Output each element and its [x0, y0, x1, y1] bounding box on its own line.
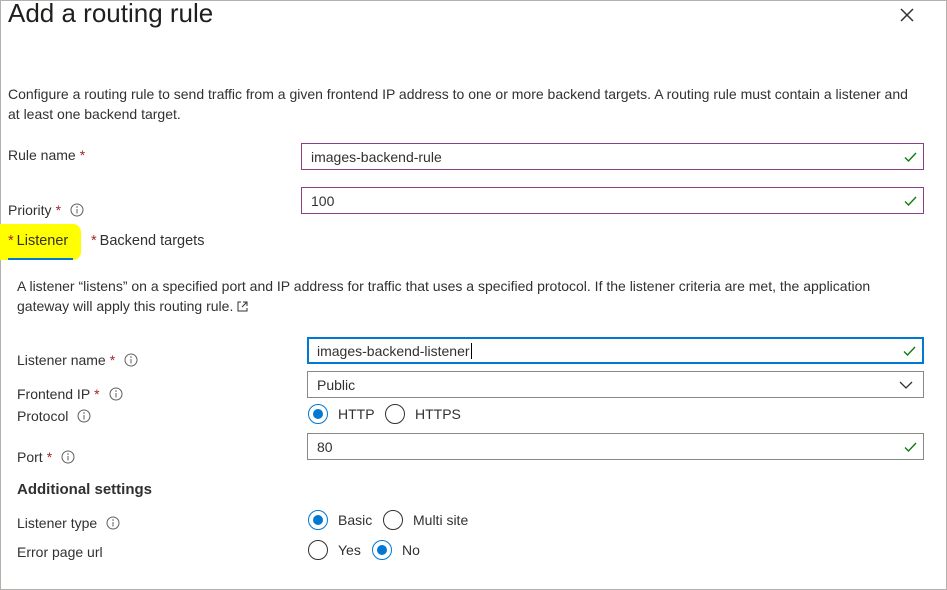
info-icon[interactable]: [61, 450, 75, 464]
radio-selected: [308, 404, 328, 424]
info-icon[interactable]: [106, 516, 120, 530]
rule-name-input[interactable]: images-backend-rule: [301, 143, 924, 170]
error-page-yes-radio[interactable]: Yes: [308, 540, 361, 560]
chevron-down-icon: [899, 381, 913, 389]
listener-type-multisite-radio[interactable]: Multi site: [383, 510, 468, 530]
checkmark-icon: [903, 346, 916, 356]
radio-selected: [372, 540, 392, 560]
info-icon[interactable]: [124, 353, 138, 367]
protocol-http-radio[interactable]: HTTP: [308, 404, 375, 424]
port-label: Port *: [17, 449, 75, 465]
radio-unselected: [308, 540, 328, 560]
checkmark-icon: [904, 152, 917, 162]
listener-type-label: Listener type: [17, 515, 120, 531]
listener-description: A listener “listens” on a specified port…: [17, 278, 871, 314]
tab-listener-underline: [8, 258, 73, 260]
info-icon[interactable]: [70, 203, 84, 217]
error-page-no-radio[interactable]: No: [372, 540, 420, 560]
radio-unselected: [383, 510, 403, 530]
listener-type-basic-radio[interactable]: Basic: [308, 510, 372, 530]
frontend-ip-label: Frontend IP *: [17, 386, 123, 402]
info-icon[interactable]: [109, 387, 123, 401]
listener-name-input[interactable]: images-backend-listener: [307, 337, 924, 364]
radio-unselected: [385, 404, 405, 424]
frontend-ip-dropdown[interactable]: Public: [307, 371, 924, 398]
protocol-label: Protocol: [17, 408, 91, 424]
port-input[interactable]: 80: [307, 433, 924, 460]
external-link-icon[interactable]: [237, 301, 248, 312]
rule-name-label: Rule name *: [8, 147, 86, 163]
additional-settings-heading: Additional settings: [17, 481, 152, 498]
checkmark-icon: [904, 442, 917, 452]
page-title: Add a routing rule: [8, 0, 214, 28]
checkmark-icon: [904, 196, 917, 206]
info-icon[interactable]: [77, 409, 91, 423]
tab-backend-targets[interactable]: * Backend targets: [91, 233, 204, 249]
priority-label: Priority *: [8, 202, 84, 218]
close-icon[interactable]: [897, 5, 917, 25]
radio-selected: [308, 510, 328, 530]
priority-input[interactable]: 100: [301, 187, 924, 214]
text-cursor: [470, 342, 472, 359]
tab-listener[interactable]: * Listener: [8, 233, 68, 249]
listener-name-label: Listener name *: [17, 352, 138, 368]
error-page-url-label: Error page url: [17, 544, 103, 560]
protocol-https-radio[interactable]: HTTPS: [385, 404, 461, 424]
dialog-description: Configure a routing rule to send traffic…: [8, 86, 908, 122]
